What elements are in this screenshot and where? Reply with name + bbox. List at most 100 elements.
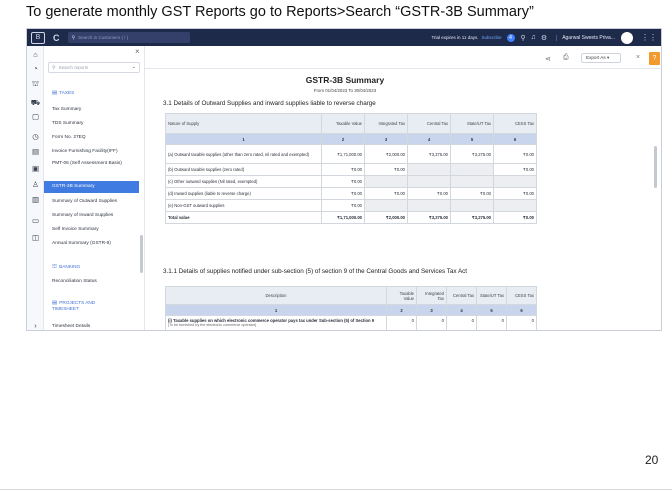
outward-supplies-table: Nature of Supply Taxable Value Integrate… xyxy=(165,113,537,224)
dashboard-icon[interactable]: ◔ xyxy=(30,64,41,73)
table-row: (d) Inward supplies (liable to reverse c… xyxy=(165,187,537,200)
trial-text: Trial expires in 11 days. xyxy=(431,35,479,40)
cell-value[interactable]: ₹0.00 xyxy=(450,187,494,200)
column-number: 2 xyxy=(321,133,365,145)
subscribe-link[interactable]: Subscribe xyxy=(482,35,502,40)
cell-value[interactable]: ₹0.00 xyxy=(321,199,365,212)
top-bar: B C ⚲ Search in Customers ( / ) Trial ex… xyxy=(27,29,661,46)
apps-icon[interactable]: ◫ xyxy=(30,233,41,242)
table-row: (e) Non-GST outward supplies ₹0.00 xyxy=(165,199,537,212)
menu-scrollbar[interactable] xyxy=(140,235,143,273)
cell-value[interactable]: ₹0.00 xyxy=(321,163,365,176)
menu-item-self-invoice[interactable]: Self Invoice Summary xyxy=(44,227,139,233)
expand-icon[interactable]: › xyxy=(30,321,41,330)
bag-icon[interactable]: ▢ xyxy=(30,112,41,121)
cell-value[interactable]: 0 xyxy=(476,315,507,330)
menu-item-gstr3b-summary[interactable]: GSTR-3B Summary xyxy=(44,181,139,193)
cell-value: ₹2,000.00 xyxy=(364,211,408,224)
content-scrollbar[interactable] xyxy=(654,146,657,188)
column-header: State/UT Tax xyxy=(450,113,494,134)
cell-value[interactable]: ₹2,000.00 xyxy=(364,144,408,164)
menu-item-annual-summary[interactable]: Annual Summary (GSTR-9) xyxy=(44,241,139,247)
time-icon[interactable]: ◷ xyxy=(30,132,41,141)
chart-icon[interactable]: ▥ xyxy=(30,195,41,204)
share-icon[interactable]: ⋖ xyxy=(545,55,551,63)
chevron-down-icon[interactable]: ⌄ xyxy=(132,64,136,70)
menu-item-iff[interactable]: Invoice Furnishing Facility(IFF) xyxy=(44,149,139,155)
store-icon[interactable]: ⚲ xyxy=(521,34,526,42)
avatar[interactable] xyxy=(621,31,633,44)
menu-item-inward-supplies[interactable]: Summary of Inward Supplies xyxy=(44,213,139,219)
menu-item-reconciliation[interactable]: Reconciliation Status xyxy=(44,279,139,285)
menu-item-pmt06[interactable]: PMT-06 (Self Assessment Basis) xyxy=(44,161,124,167)
organization-switcher[interactable]: Agarwal Sweets Priva... xyxy=(556,34,615,41)
cart-icon[interactable]: ⛟ xyxy=(30,98,41,108)
row-note: [To be furnished by the electronic comme… xyxy=(168,323,257,327)
cell-value[interactable]: ₹3,275.00 xyxy=(407,144,451,164)
menu-item-timesheet[interactable]: Timesheet Details xyxy=(44,324,139,330)
section-banking: ⛫ BANKING xyxy=(52,264,81,270)
cell-value[interactable]: ₹1,71,000.00 xyxy=(321,144,365,164)
cell-value[interactable]: 0 xyxy=(416,315,447,330)
app-logo[interactable]: B xyxy=(31,31,45,44)
global-search-placeholder: Search in Customers ( / ) xyxy=(78,35,129,40)
menu-item-form-27eq[interactable]: Form No. 27EQ xyxy=(44,135,139,141)
cell-value[interactable]: 0 xyxy=(506,315,537,330)
row-label: (a) Outward taxable supplies (other than… xyxy=(165,144,322,164)
table-row: (a) Outward taxable supplies (other than… xyxy=(165,144,537,164)
report-search-input[interactable]: ⚲ Search reports ⌄ xyxy=(48,62,140,73)
home-icon[interactable]: ⌂ xyxy=(30,50,41,59)
cell-value[interactable]: 0 xyxy=(386,315,417,330)
cell-value[interactable]: ₹0.00 xyxy=(493,187,537,200)
column-header: Taxable Value xyxy=(386,286,417,305)
column-header: Integrated Tax xyxy=(364,113,408,134)
document-icon[interactable]: ▤ xyxy=(30,147,41,156)
report-period: From 01/04/2023 To 30/04/2023 xyxy=(313,88,377,93)
refresh-icon[interactable]: C xyxy=(53,33,60,43)
left-rail: ⌂ ◔ ⛫ ⛟ ▢ ◷ ▤ ▣ ♙ ▥ ▭ ◫ › xyxy=(27,46,44,330)
column-header: Taxable Value xyxy=(321,113,365,134)
export-button[interactable]: Export As ▾ xyxy=(581,53,621,63)
reports-icon[interactable]: ▣ xyxy=(30,164,41,173)
bell-icon[interactable]: ♫ xyxy=(531,34,536,41)
column-number: 5 xyxy=(450,133,494,145)
cell-value[interactable]: ₹0.00 xyxy=(321,175,365,188)
cell-value[interactable]: ₹0.00 xyxy=(321,187,365,200)
global-search-input[interactable]: ⚲ Search in Customers ( / ) xyxy=(67,32,190,43)
cell-value[interactable]: ₹0.00 xyxy=(493,163,537,176)
row-label: (e) Non-GST outward supplies xyxy=(165,199,322,212)
wallet-icon[interactable]: ▭ xyxy=(30,216,41,225)
row-label: (i) Taxable supplies on which electronic… xyxy=(165,315,387,330)
close-icon[interactable]: × xyxy=(636,54,640,61)
cell-value[interactable]: ₹0.00 xyxy=(407,187,451,200)
cell-value[interactable]: 0 xyxy=(446,315,477,330)
cell-value xyxy=(407,163,451,176)
section-311-title: 3.1.1 Details of supplies notified under… xyxy=(163,268,468,275)
settings-icon[interactable]: ⚙ xyxy=(541,34,547,42)
cell-value xyxy=(493,199,537,212)
help-tag-icon[interactable]: ? xyxy=(649,52,660,65)
column-header: State/UT Tax xyxy=(476,286,507,305)
menu-item-tax-summary[interactable]: Tax Summary xyxy=(44,107,139,113)
notification-badge[interactable]: 4 xyxy=(506,33,515,42)
cell-value xyxy=(364,175,408,188)
menu-item-outward-supplies[interactable]: Summary of Outward Supplies xyxy=(44,199,139,205)
apps-grid-icon[interactable]: ⋮⋮ xyxy=(641,33,657,42)
section-taxes: ▤ TAXES xyxy=(52,90,75,96)
column-header: Integrated Tax xyxy=(416,286,447,305)
close-icon[interactable]: × xyxy=(135,47,140,56)
cell-value[interactable]: ₹3,275.00 xyxy=(450,144,494,164)
cell-value[interactable]: ₹0.00 xyxy=(493,144,537,164)
column-number: 6 xyxy=(506,304,537,316)
bank-icon[interactable]: ⛫ xyxy=(30,79,41,89)
people-icon[interactable]: ♙ xyxy=(30,180,41,189)
cell-value[interactable]: ₹0.00 xyxy=(364,163,408,176)
column-number: 6 xyxy=(493,133,537,145)
report-title: GSTR-3B Summary xyxy=(305,75,385,85)
column-number: 4 xyxy=(446,304,477,316)
cell-value[interactable]: ₹0.00 xyxy=(364,187,408,200)
divider xyxy=(145,68,661,69)
menu-item-tds-summary[interactable]: TDS Summary xyxy=(44,121,139,127)
print-icon[interactable]: ⎙ xyxy=(563,54,569,62)
table-row: (c) Other outward supplies (Nil rated, e… xyxy=(165,175,537,188)
